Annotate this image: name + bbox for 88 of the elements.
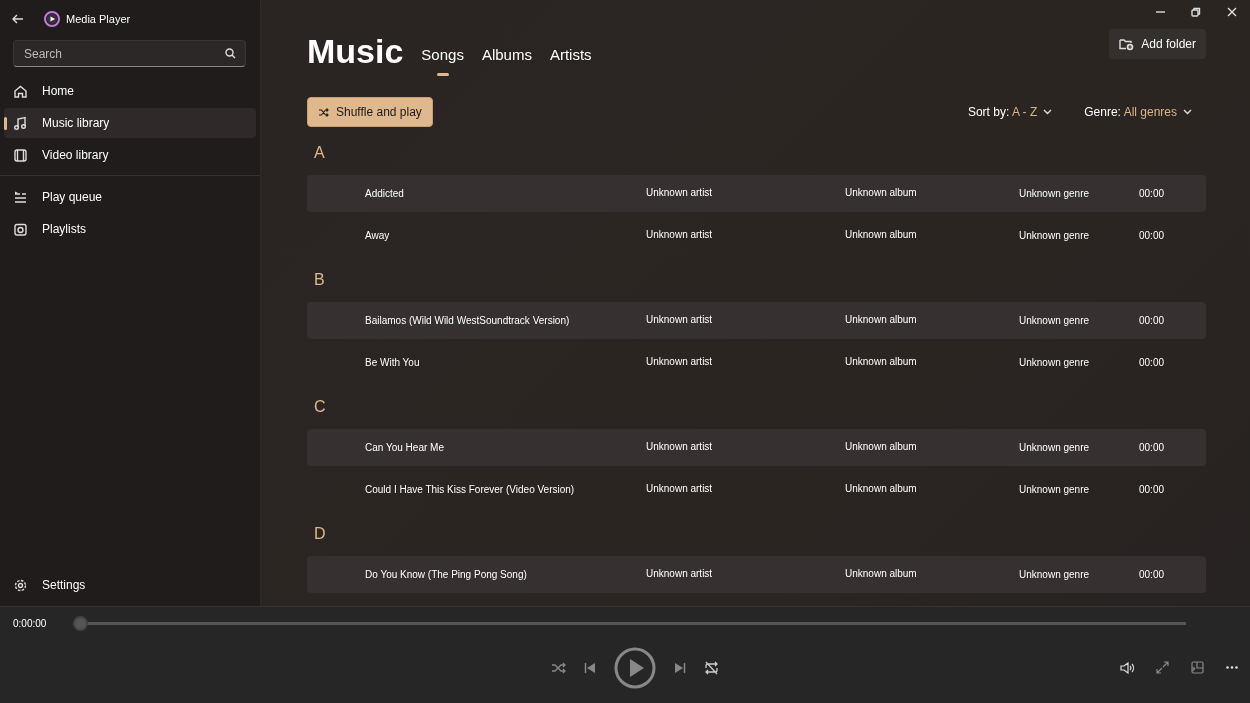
table-cell-text: Can You Hear Me <box>365 441 445 455</box>
section-letter: B <box>313 270 326 290</box>
table-cell-text: 00:00 <box>1139 356 1166 370</box>
song-row[interactable]: Can You Hear Me Unknown artist Unknown album Unknown genre 00:00 <box>307 429 1206 466</box>
search-icon <box>225 48 236 59</box>
table-cell-text: Unknown artist <box>646 567 714 581</box>
sidebar-item[interactable]: Music library <box>4 108 256 138</box>
settings-icon <box>13 577 28 593</box>
mini-player-icon[interactable] <box>1191 661 1204 674</box>
repeat-off-icon[interactable] <box>704 661 719 675</box>
next-icon[interactable] <box>674 662 686 674</box>
film-icon <box>13 147 28 163</box>
tab[interactable]: Songs <box>421 43 464 76</box>
table-cell-text: Unknown genre <box>1019 187 1091 201</box>
shuffle-icon[interactable] <box>551 662 566 674</box>
table-cell-text: Unknown album <box>845 440 918 454</box>
home-icon <box>13 83 28 99</box>
table-cell-text: Unknown artist <box>646 355 714 369</box>
list-icon <box>13 189 28 205</box>
table-cell-text: Unknown genre <box>1019 314 1091 328</box>
table-cell-text: 00:00 <box>1139 568 1166 582</box>
window-title: Media Player <box>66 11 131 27</box>
sidebar-item[interactable]: Playlists <box>4 214 256 244</box>
expand-icon[interactable] <box>1156 661 1169 674</box>
tab[interactable]: Albums <box>481 43 532 76</box>
genre-dropdown[interactable]: Genre: All genres <box>1084 103 1192 121</box>
table-cell-text: Unknown genre <box>1019 441 1091 455</box>
chevron-down-icon <box>1043 109 1053 115</box>
sort-dropdown[interactable]: Sort by: A - Z <box>967 103 1053 121</box>
song-row[interactable]: Addicted Unknown artist Unknown album Unknown genre 00:00 <box>307 175 1206 212</box>
table-cell-text: Unknown genre <box>1019 483 1091 497</box>
song-row[interactable]: Bailamos (Wild Wild WestSoundtrack Version) Unknown artist Unknown album Unknown genre 00:00 <box>307 302 1206 339</box>
table-cell-text: 00:00 <box>1139 187 1166 201</box>
table-cell-text: 00:00 <box>1139 314 1166 328</box>
page-title: Music <box>307 34 404 68</box>
table-cell-text: 00:00 <box>1139 229 1166 243</box>
elapsed-time: 0:00:00 <box>13 616 48 631</box>
table-cell-text: Unknown album <box>845 228 918 242</box>
table-cell-text: Unknown album <box>845 186 918 200</box>
music-note-icon <box>13 115 28 131</box>
section-letter: A <box>313 143 326 163</box>
seek-thumb[interactable] <box>73 615 88 631</box>
previous-icon[interactable] <box>584 662 596 674</box>
sidebar-item[interactable]: Video library <box>4 140 256 170</box>
table-cell-text: Unknown artist <box>646 313 714 327</box>
song-row[interactable]: Could I Have This Kiss Forever (Video Version) Unknown artist Unknown album Unknown genre 00:00 <box>307 471 1206 508</box>
song-row[interactable]: Away Unknown artist Unknown album Unknown genre 00:00 <box>307 217 1206 254</box>
tab[interactable]: Artists <box>549 43 592 76</box>
table-cell-text: Unknown genre <box>1019 568 1091 582</box>
search-field[interactable]: Search <box>13 40 246 67</box>
table-cell-text: Away <box>365 229 391 243</box>
more-icon[interactable] <box>1226 666 1238 669</box>
table-cell-text: 00:00 <box>1139 441 1166 455</box>
table-cell-text: Do You Know (The Ping Pong Song) <box>365 568 528 582</box>
table-cell-text: Addicted <box>365 187 405 201</box>
back-arrow-icon[interactable] <box>12 14 24 24</box>
table-cell-text: 00:00 <box>1139 483 1166 497</box>
song-row[interactable]: Be With You Unknown artist Unknown album Unknown genre 00:00 <box>307 344 1206 381</box>
table-cell-text: Unknown album <box>845 482 918 496</box>
table-cell-text: Unknown genre <box>1019 356 1091 370</box>
chevron-down-icon <box>1183 109 1192 115</box>
table-cell-text: Could I Have This Kiss Forever (Video Version) <box>365 483 576 497</box>
settings-item[interactable]: Settings <box>4 570 256 600</box>
add-folder-button[interactable]: Add folder <box>1109 29 1206 59</box>
shuffle-play-button[interactable]: Shuffle and play <box>307 97 433 127</box>
folder-plus-icon <box>1119 37 1135 51</box>
restore-icon[interactable] <box>1191 7 1201 17</box>
section-letter: D <box>313 524 327 544</box>
table-cell-text: Unknown album <box>845 355 918 369</box>
table-cell-text: Be With You <box>365 356 421 370</box>
sidebar-item[interactable]: Play queue <box>4 182 256 212</box>
section-letter: C <box>313 397 327 417</box>
table-cell-text: Unknown artist <box>646 482 714 496</box>
app-logo-icon <box>44 11 60 27</box>
table-cell-text: Unknown genre <box>1019 229 1091 243</box>
sidebar-item[interactable]: Home <box>4 76 256 106</box>
table-cell-text: Unknown album <box>845 313 918 327</box>
table-cell-text: Unknown artist <box>646 228 714 242</box>
play-icon[interactable] <box>614 647 656 689</box>
playlist-icon <box>13 221 28 237</box>
close-icon[interactable] <box>1227 7 1237 17</box>
shuffle-icon <box>318 107 329 117</box>
table-cell-text: Bailamos (Wild Wild WestSoundtrack Version) <box>365 314 571 328</box>
volume-icon[interactable] <box>1120 661 1134 674</box>
table-cell-text: Unknown artist <box>646 440 714 454</box>
table-cell-text: Unknown artist <box>646 186 714 200</box>
song-row[interactable]: Do You Know (The Ping Pong Song) Unknown artist Unknown album Unknown genre 00:00 <box>307 556 1206 593</box>
table-cell-text: Unknown album <box>845 567 918 581</box>
